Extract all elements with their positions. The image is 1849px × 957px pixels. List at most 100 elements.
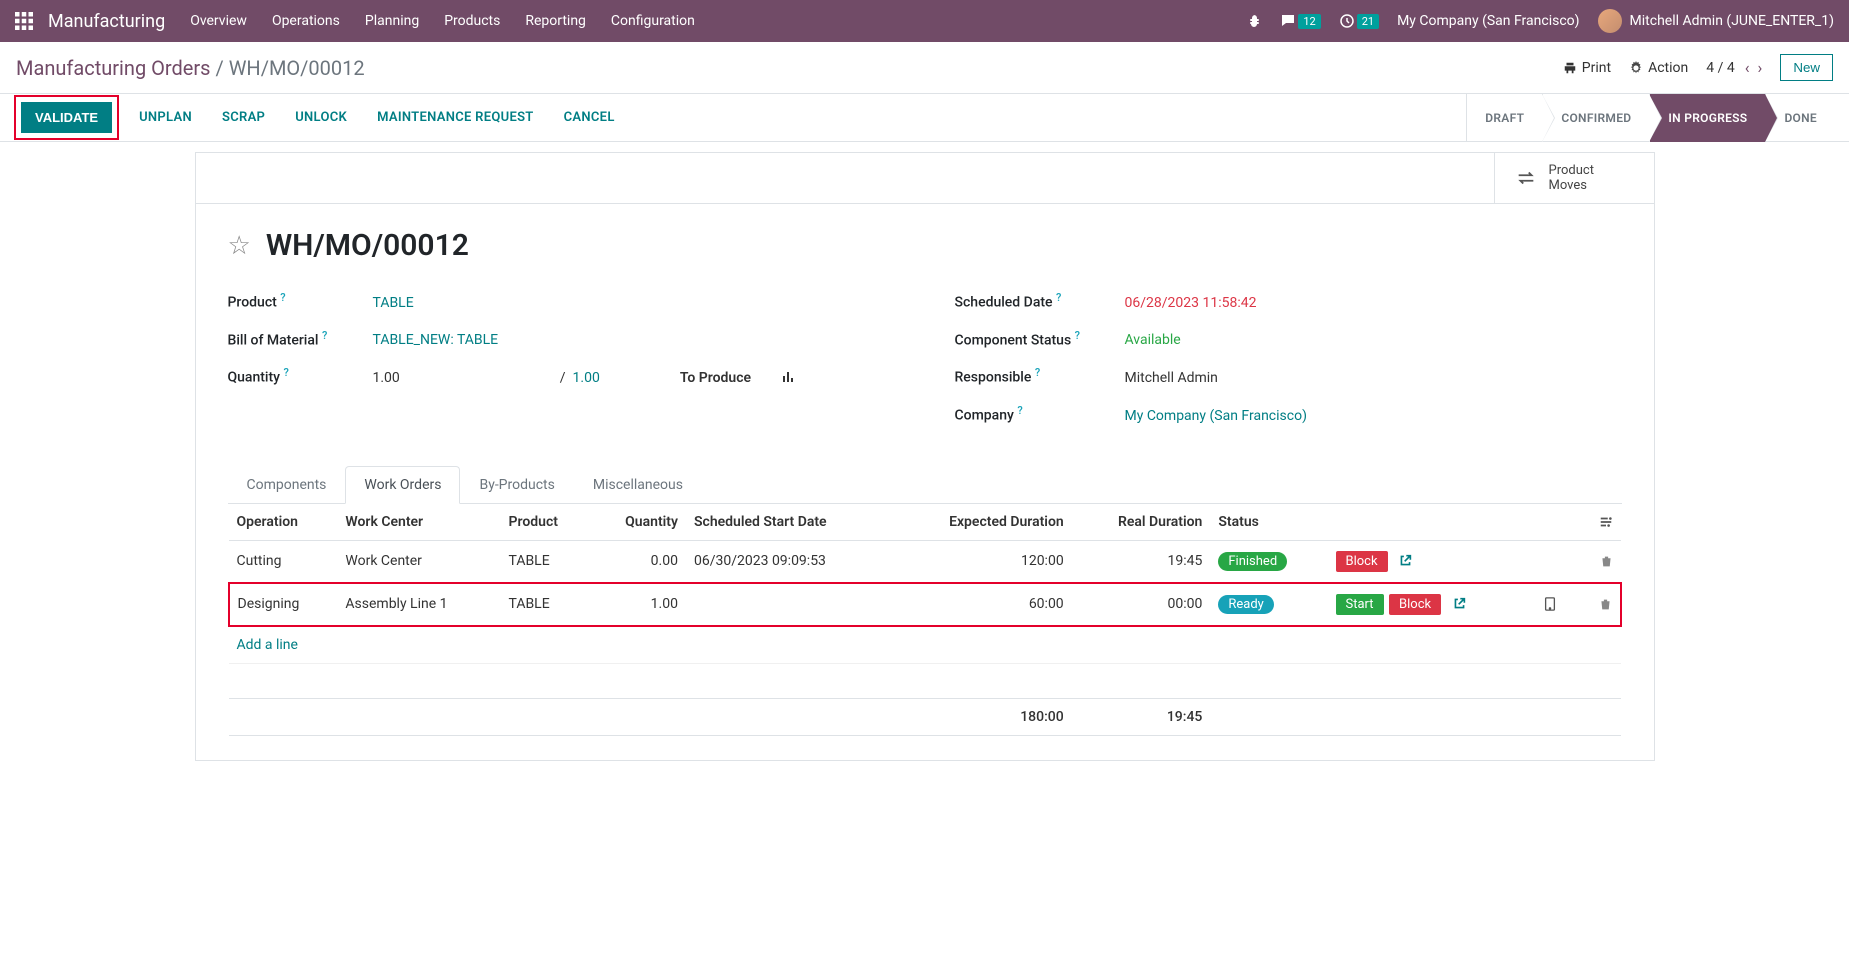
comp-status-label: Component Status ?	[955, 329, 1125, 349]
nav-overview[interactable]: Overview	[190, 13, 247, 29]
add-line-row: Add a line	[229, 626, 1621, 664]
messages-icon[interactable]: 12	[1280, 13, 1320, 29]
col-real: Real Duration	[1072, 504, 1211, 541]
action-button[interactable]: Action	[1629, 60, 1688, 76]
comp-status-value: Available	[1125, 332, 1622, 348]
navbar-right: 12 21 My Company (San Francisco) Mitchel…	[1246, 9, 1834, 33]
work-orders-table: Operation Work Center Product Quantity S…	[228, 504, 1622, 736]
status-draft[interactable]: DRAFT	[1466, 94, 1542, 142]
totals-row: 180:00 19:45	[229, 698, 1621, 735]
trash-icon[interactable]	[1600, 553, 1613, 569]
help-icon[interactable]: ?	[322, 329, 327, 342]
tabs: Components Work Orders By-Products Misce…	[228, 466, 1622, 504]
status-in-progress[interactable]: IN PROGRESS	[1649, 94, 1765, 142]
unlock-button[interactable]: UNLOCK	[295, 110, 347, 125]
button-box: Product Moves	[196, 153, 1654, 204]
product-moves-button[interactable]: Product Moves	[1494, 153, 1654, 203]
print-button[interactable]: Print	[1563, 60, 1611, 76]
nav-menu: Overview Operations Planning Products Re…	[190, 13, 1246, 29]
apps-icon[interactable]	[15, 12, 33, 30]
responsible-value[interactable]: Mitchell Admin	[1125, 370, 1622, 386]
help-icon[interactable]: ?	[284, 366, 289, 379]
block-button[interactable]: Block	[1389, 594, 1441, 615]
quantity-label: Quantity ?	[228, 366, 373, 386]
nav-planning[interactable]: Planning	[365, 13, 419, 29]
pager-value: 4 / 4	[1706, 60, 1734, 76]
gear-icon	[1629, 61, 1643, 75]
col-scheduled: Scheduled Start Date	[686, 504, 891, 541]
help-icon[interactable]: ?	[1075, 329, 1080, 342]
company-selector[interactable]: My Company (San Francisco)	[1397, 13, 1579, 29]
scheduled-value[interactable]: 06/28/2023 11:58:42	[1125, 295, 1622, 311]
help-icon[interactable]: ?	[1035, 366, 1040, 379]
transfer-icon	[1515, 167, 1537, 189]
col-operation: Operation	[229, 504, 338, 541]
quantity-value: 1.00 / 1.00 To Produce	[373, 370, 895, 386]
help-icon[interactable]: ?	[1017, 404, 1022, 417]
brand-name[interactable]: Manufacturing	[48, 11, 165, 32]
scrap-button[interactable]: SCRAP	[222, 110, 265, 125]
star-icon[interactable]: ☆	[228, 231, 251, 261]
block-button[interactable]: Block	[1336, 551, 1388, 572]
navbar: Manufacturing Overview Operations Planni…	[0, 0, 1849, 42]
external-link-icon[interactable]	[1453, 596, 1466, 612]
unplan-button[interactable]: UNPLAN	[139, 110, 192, 125]
status-confirmed[interactable]: CONFIRMED	[1542, 94, 1649, 142]
col-work-center: Work Center	[337, 504, 500, 541]
control-panel-right: Print Action 4 / 4 ‹ › New	[1563, 54, 1833, 81]
chart-icon[interactable]	[781, 370, 797, 386]
tab-components[interactable]: Components	[228, 466, 346, 504]
col-product: Product	[501, 504, 591, 541]
add-line-button[interactable]: Add a line	[237, 637, 1613, 653]
external-link-icon[interactable]	[1399, 553, 1412, 569]
company-label: Company ?	[955, 404, 1125, 424]
new-button[interactable]: New	[1780, 54, 1833, 81]
help-icon[interactable]: ?	[280, 291, 285, 304]
cancel-button[interactable]: CANCEL	[564, 110, 615, 125]
table-row[interactable]: Cutting Work Center TABLE 0.00 06/30/202…	[229, 540, 1621, 583]
nav-operations[interactable]: Operations	[272, 13, 340, 29]
debug-icon[interactable]	[1246, 13, 1262, 29]
status-badge: Finished	[1218, 552, 1287, 571]
table-row[interactable]: Designing Assembly Line 1 TABLE 1.00 60:…	[229, 583, 1621, 626]
bom-value[interactable]: TABLE_NEW: TABLE	[373, 332, 895, 348]
control-panel: Manufacturing Orders / WH/MO/00012 Print…	[0, 42, 1849, 94]
user-name: Mitchell Admin (JUNE_ENTER_1)	[1630, 13, 1834, 29]
validate-button[interactable]: VALIDATE	[21, 102, 112, 133]
nav-reporting[interactable]: Reporting	[525, 13, 586, 29]
breadcrumb: Manufacturing Orders / WH/MO/00012	[16, 56, 365, 80]
help-icon[interactable]: ?	[1056, 291, 1061, 304]
col-expected: Expected Duration	[891, 504, 1071, 541]
messages-count: 12	[1298, 14, 1320, 29]
action-links: UNPLAN SCRAP UNLOCK MAINTENANCE REQUEST …	[139, 110, 615, 125]
product-value[interactable]: TABLE	[373, 295, 895, 311]
status-bar: DRAFT CONFIRMED IN PROGRESS DONE	[1466, 94, 1835, 142]
form-sheet: Product Moves ☆ WH/MO/00012 Product ? TA…	[195, 152, 1655, 761]
scheduled-label: Scheduled Date ?	[955, 291, 1125, 311]
start-button[interactable]: Start	[1336, 594, 1384, 615]
tablet-icon[interactable]	[1543, 596, 1557, 612]
tab-work-orders[interactable]: Work Orders	[345, 466, 460, 504]
page-title: WH/MO/00012	[266, 228, 469, 263]
user-menu[interactable]: Mitchell Admin (JUNE_ENTER_1)	[1598, 9, 1834, 33]
activities-count: 21	[1357, 14, 1379, 29]
nav-configuration[interactable]: Configuration	[611, 13, 695, 29]
pager-prev[interactable]: ‹	[1745, 58, 1750, 77]
trash-icon[interactable]	[1599, 596, 1612, 612]
print-icon	[1563, 61, 1577, 75]
pager-next[interactable]: ›	[1758, 58, 1763, 77]
breadcrumb-current: WH/MO/00012	[229, 56, 365, 80]
validate-highlight: VALIDATE	[14, 95, 119, 140]
maintenance-button[interactable]: MAINTENANCE REQUEST	[377, 110, 534, 125]
tab-miscellaneous[interactable]: Miscellaneous	[574, 466, 702, 504]
company-value[interactable]: My Company (San Francisco)	[1125, 408, 1622, 424]
avatar	[1598, 9, 1622, 33]
col-quantity: Quantity	[591, 504, 686, 541]
status-badge: Ready	[1218, 595, 1273, 614]
tab-by-products[interactable]: By-Products	[460, 466, 573, 504]
settings-icon[interactable]	[1599, 514, 1613, 530]
action-bar: VALIDATE UNPLAN SCRAP UNLOCK MAINTENANCE…	[0, 94, 1849, 142]
breadcrumb-parent[interactable]: Manufacturing Orders	[16, 56, 211, 80]
activities-icon[interactable]: 21	[1339, 13, 1379, 29]
nav-products[interactable]: Products	[444, 13, 500, 29]
